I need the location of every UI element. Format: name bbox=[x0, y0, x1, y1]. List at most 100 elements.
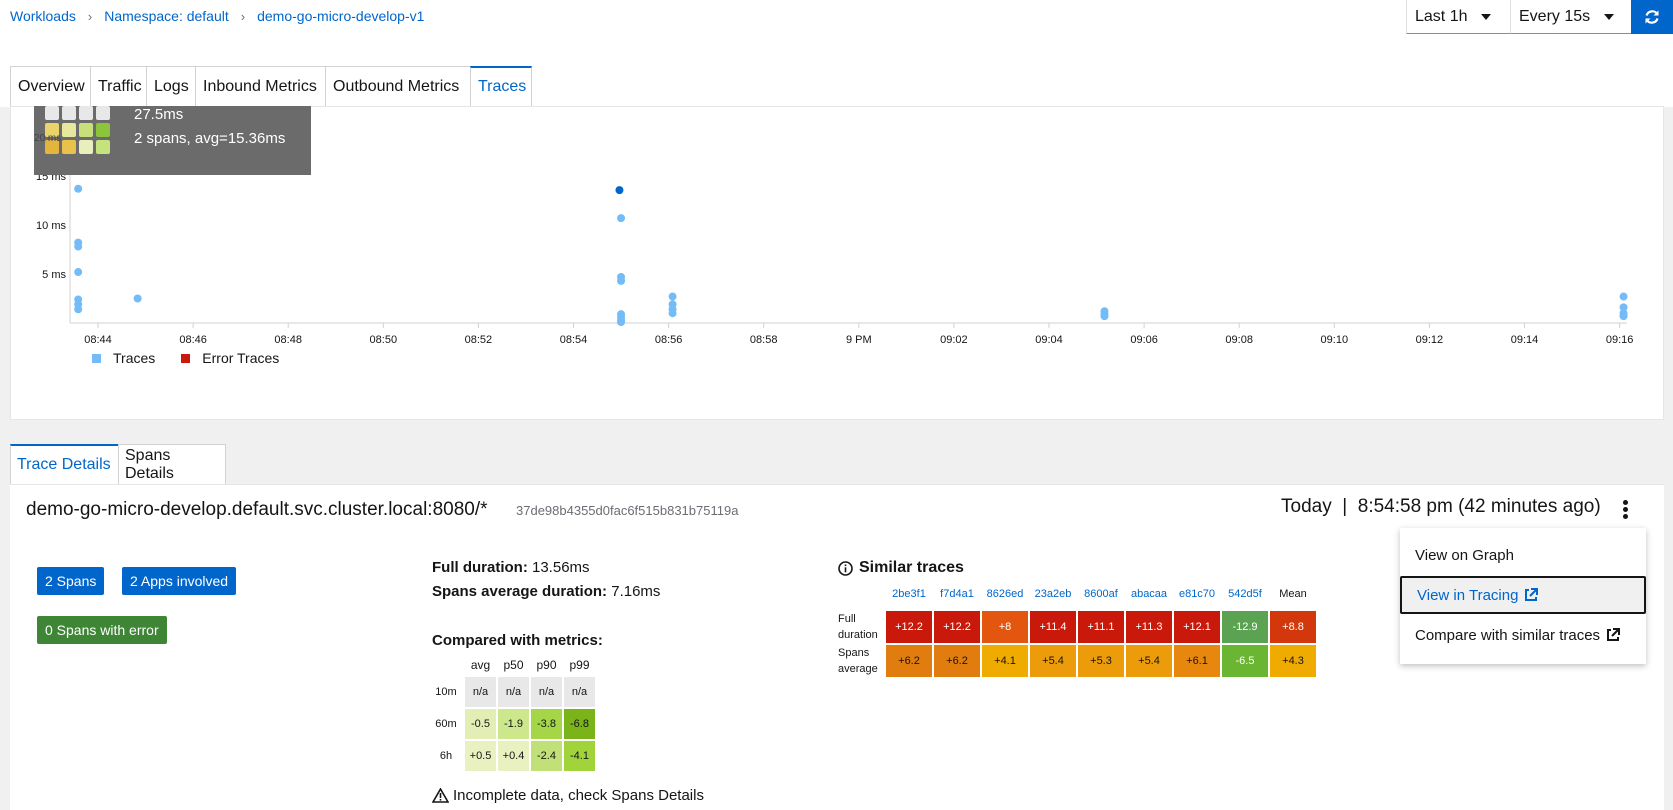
trace-time-value: 8:54:58 pm (42 minutes ago) bbox=[1357, 496, 1601, 517]
similar-trace-link[interactable]: f7d4a1 bbox=[934, 588, 980, 610]
metrics-cell: -3.8 bbox=[531, 709, 562, 739]
compared-with-metrics-title: Compared with metrics: bbox=[432, 632, 603, 649]
metrics-row: 6h +0.5 +0.4 -2.4 -4.1 bbox=[427, 740, 597, 772]
y-tick-label: 10 ms bbox=[36, 220, 66, 232]
similar-cell: +4.1 bbox=[982, 645, 1028, 677]
similar-cell: +11.1 bbox=[1078, 611, 1124, 643]
menu-compare-similar[interactable]: Compare with similar traces bbox=[1400, 616, 1646, 654]
full-duration-label: Full duration: bbox=[432, 559, 528, 576]
warning-triangle-icon bbox=[432, 788, 449, 803]
similar-trace-link[interactable]: abacaa bbox=[1126, 588, 1172, 610]
tooltip-heatmap-cell bbox=[96, 123, 110, 137]
metrics-cell: -6.8 bbox=[564, 709, 595, 739]
info-circle-icon bbox=[838, 560, 853, 576]
kebab-menu-icon[interactable] bbox=[1623, 500, 1629, 519]
legend-traces[interactable]: Traces bbox=[92, 350, 155, 366]
legend-error-traces[interactable]: Error Traces bbox=[181, 350, 279, 366]
metrics-cell: -1.9 bbox=[498, 709, 529, 739]
similar-cell: +6.2 bbox=[886, 645, 932, 677]
similar-trace-link[interactable]: e81c70 bbox=[1174, 588, 1220, 610]
tooltip-heatmap-cell bbox=[96, 140, 110, 154]
tooltip-partial-axis-label: 20 ms bbox=[34, 133, 62, 144]
trace-point[interactable] bbox=[617, 318, 626, 327]
similar-cell: +6.2 bbox=[934, 645, 980, 677]
metrics-cell: n/a bbox=[498, 677, 529, 707]
x-tick-label: 09:14 bbox=[1511, 334, 1539, 346]
spans-error-badge[interactable]: 0 Spans with error bbox=[37, 616, 167, 644]
trace-point[interactable] bbox=[74, 268, 83, 277]
similar-cell: +4.3 bbox=[1270, 645, 1316, 677]
similar-header-mean: Mean bbox=[1279, 588, 1307, 600]
trace-point[interactable] bbox=[617, 276, 626, 285]
trace-point[interactable] bbox=[74, 242, 83, 251]
full-duration-value: 13.56ms bbox=[532, 559, 590, 576]
trace-point[interactable] bbox=[1100, 312, 1109, 321]
legend-traces-label: Traces bbox=[113, 350, 156, 366]
selected-trace-point[interactable] bbox=[615, 186, 624, 195]
external-link-icon bbox=[1525, 588, 1539, 601]
x-tick-label: 09:10 bbox=[1321, 334, 1349, 346]
metrics-row-label: 10m bbox=[435, 686, 457, 698]
similar-cell: +6.1 bbox=[1174, 645, 1220, 677]
legend-swatch-error bbox=[181, 354, 191, 363]
x-tick-label: 08:54 bbox=[560, 334, 588, 346]
tooltip-heatmap-cell bbox=[79, 123, 93, 137]
x-tick-label: 09:04 bbox=[1035, 334, 1063, 346]
spans-average-duration: Spans average duration: 7.16ms bbox=[432, 583, 660, 600]
similar-trace-link[interactable]: 8600af bbox=[1078, 588, 1124, 610]
trace-point[interactable] bbox=[668, 309, 677, 318]
trace-point[interactable] bbox=[133, 294, 142, 303]
trace-id: 37de98b4355d0fac6f515b831b75119a bbox=[516, 503, 739, 518]
metrics-header: p99 bbox=[569, 658, 590, 672]
x-tick-label: 08:50 bbox=[370, 334, 398, 346]
tooltip-heatmap-cell bbox=[79, 106, 93, 120]
trace-point[interactable] bbox=[617, 214, 626, 223]
trace-point[interactable] bbox=[74, 305, 83, 314]
tooltip-heatmap-cell bbox=[62, 140, 76, 154]
x-tick-label: 09:02 bbox=[940, 334, 968, 346]
metrics-row: 60m -0.5 -1.9 -3.8 -6.8 bbox=[427, 708, 597, 740]
spans-count-badge[interactable]: 2 Spans bbox=[37, 567, 105, 595]
trace-point[interactable] bbox=[1619, 292, 1628, 301]
detail-tabs: Trace Details Spans Details bbox=[10, 444, 226, 484]
similar-cell: +8.8 bbox=[1270, 611, 1316, 643]
spans-average-value: 7.16ms bbox=[611, 583, 661, 600]
similar-cell: +5.4 bbox=[1030, 645, 1076, 677]
similar-trace-link[interactable]: 8626ed bbox=[982, 588, 1028, 610]
apps-involved-badge[interactable]: 2 Apps involved bbox=[122, 567, 237, 595]
x-tick-label: 09:08 bbox=[1225, 334, 1253, 346]
traces-scatter-chart: 5 ms10 ms15 ms08:44 08:46 08:48 08:50 08:52 0… bbox=[36, 140, 1634, 346]
x-tick-label: 08:56 bbox=[655, 334, 683, 346]
trace-point[interactable] bbox=[668, 292, 677, 301]
tab-trace-details[interactable]: Trace Details bbox=[10, 444, 119, 484]
similar-trace-link[interactable]: 542d5f bbox=[1222, 588, 1268, 610]
full-duration: Full duration: 13.56ms bbox=[432, 559, 590, 576]
tooltip-heatmap-cell bbox=[62, 106, 76, 120]
metrics-header: avg bbox=[470, 658, 491, 672]
menu-view-in-tracing[interactable]: View in Tracing bbox=[1400, 576, 1646, 614]
metrics-header: p50 bbox=[503, 658, 524, 672]
metrics-header: p90 bbox=[536, 658, 557, 672]
metrics-row: 10m n/a n/a n/a n/a bbox=[427, 676, 597, 708]
trace-time-separator: | bbox=[1342, 496, 1348, 517]
similar-trace-link[interactable]: 23a2eb bbox=[1030, 588, 1076, 610]
similar-cell: +12.2 bbox=[934, 611, 980, 643]
similar-cell: -12.9 bbox=[1222, 611, 1268, 643]
x-tick-label: 09:06 bbox=[1130, 334, 1158, 346]
similar-cell: +8 bbox=[982, 611, 1028, 643]
similar-row: Full duration +12.2 +12.2 +8 +11.4 +11.1 +11.3… bbox=[838, 610, 1318, 644]
trace-point[interactable] bbox=[74, 184, 83, 193]
x-tick-label: 08:52 bbox=[465, 334, 493, 346]
similar-cell: +11.4 bbox=[1030, 611, 1076, 643]
x-tick-label: 09:16 bbox=[1606, 334, 1634, 346]
tooltip-heatmap-cell bbox=[79, 140, 93, 154]
metrics-cell: +0.5 bbox=[465, 741, 496, 771]
similar-cell: +5.4 bbox=[1126, 645, 1172, 677]
trace-actions-menu: View on Graph View in Tracing Compare wi… bbox=[1400, 528, 1646, 664]
tooltip-duration: 27.5ms bbox=[134, 106, 184, 123]
similar-trace-link[interactable]: 2be3f1 bbox=[886, 588, 932, 610]
menu-view-on-graph[interactable]: View on Graph bbox=[1400, 536, 1646, 574]
similar-cell: +5.3 bbox=[1078, 645, 1124, 677]
trace-point[interactable] bbox=[1619, 312, 1628, 321]
tab-spans-details[interactable]: Spans Details bbox=[118, 444, 226, 484]
